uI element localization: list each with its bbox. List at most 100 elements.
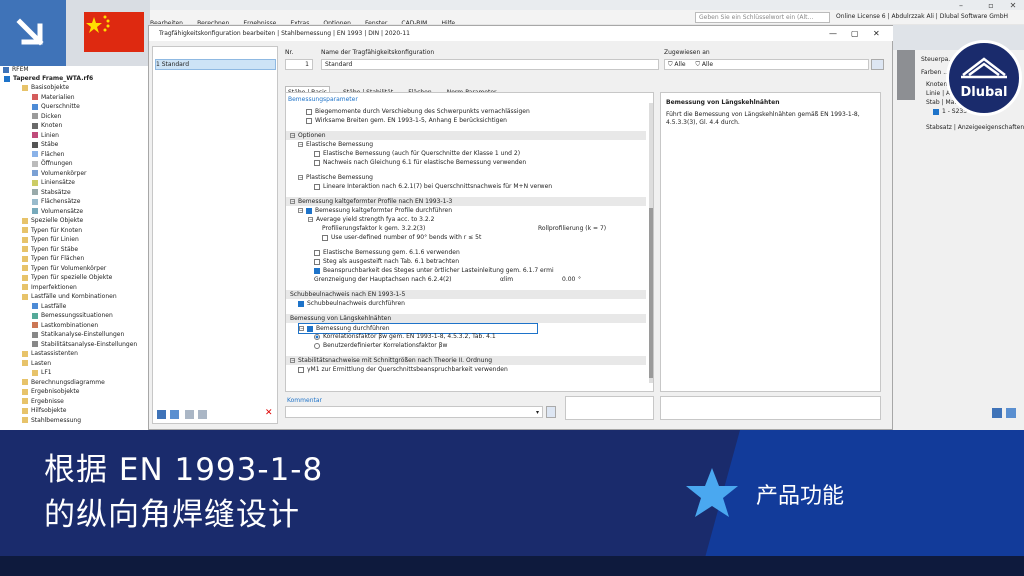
nav-item[interactable]: Typen für spezielle Objekte bbox=[22, 274, 112, 282]
collapse-icon[interactable]: − bbox=[308, 217, 313, 223]
param-row-l3[interactable]: Benutzerdefinierter Korrelationsfaktor β… bbox=[314, 341, 447, 350]
nav-item[interactable]: Typen für Knoten bbox=[22, 227, 82, 235]
nav-item[interactable]: Liniensätze bbox=[32, 179, 75, 187]
param-row-k5[interactable]: Elastische Bemessung gem. 6.1.6 verwende… bbox=[314, 248, 460, 257]
checkbox[interactable] bbox=[298, 300, 304, 307]
checkbox[interactable] bbox=[314, 159, 320, 166]
nav-item[interactable]: Lastfälle und Kombinationen bbox=[22, 293, 117, 301]
right-farben[interactable]: Farben ... bbox=[921, 68, 949, 77]
checkbox[interactable] bbox=[306, 207, 312, 214]
nav-item[interactable]: Ergebnisobjekte bbox=[22, 388, 79, 396]
nav-item[interactable]: Imperfektionen bbox=[22, 284, 77, 292]
param-row-l2[interactable]: Korrelationsfaktor βw gem. EN 1993-1-8, … bbox=[314, 332, 496, 341]
nav-item[interactable]: Bemessungssituationen bbox=[32, 312, 113, 320]
param-row-k7[interactable]: Beanspruchbarkeit des Steges unter örtli… bbox=[314, 266, 554, 275]
nav-item[interactable]: Stäbe bbox=[32, 141, 58, 149]
export-icon[interactable] bbox=[198, 410, 207, 419]
collapse-icon[interactable]: − bbox=[290, 199, 295, 205]
new-icon[interactable] bbox=[157, 410, 166, 419]
nav-item[interactable]: Lastfälle bbox=[32, 303, 66, 311]
dialog-maximize-icon[interactable]: ▢ bbox=[851, 29, 859, 38]
nav-item[interactable]: Hilfsobjekte bbox=[22, 407, 66, 415]
nav-item[interactable]: Lastkombinationen bbox=[32, 322, 98, 330]
checkbox[interactable] bbox=[314, 183, 320, 190]
param-row-k1[interactable]: − Bemessung kaltgeformter Profile durchfü… bbox=[298, 206, 452, 215]
nav-item[interactable]: Berechnungsdiagramme bbox=[22, 379, 105, 387]
collapse-icon[interactable]: − bbox=[298, 142, 303, 148]
select-icon[interactable] bbox=[871, 59, 884, 70]
nav-item[interactable]: Querschnitte bbox=[32, 103, 80, 111]
checkbox[interactable] bbox=[314, 258, 320, 265]
checkbox[interactable] bbox=[307, 325, 313, 332]
param-row-k6[interactable]: Steg als ausgesteift nach Tab. 6.1 betra… bbox=[314, 257, 459, 266]
nav-item[interactable]: Statikanalyse-Einstellungen bbox=[32, 331, 124, 339]
radio-button[interactable] bbox=[314, 333, 320, 340]
list-item[interactable]: 1 Standard bbox=[155, 59, 276, 70]
param-value[interactable]: Rollprofilierung (k = 7) bbox=[538, 224, 606, 233]
nav-item[interactable]: Öffnungen bbox=[32, 160, 73, 168]
chevron-down-icon[interactable]: ▾ bbox=[536, 408, 539, 417]
nav-item[interactable]: Ergebnisse bbox=[22, 398, 64, 406]
copy-icon[interactable] bbox=[170, 410, 179, 419]
comment-copy-icon[interactable] bbox=[546, 406, 556, 418]
nav-item[interactable]: Volumensätze bbox=[32, 208, 83, 216]
param-row-k4[interactable]: Use user-defined number of 90° bends wit… bbox=[322, 233, 481, 242]
name-field[interactable]: Standard bbox=[321, 59, 659, 70]
nav-item[interactable]: Volumenkörper bbox=[32, 170, 86, 178]
param-row-s1[interactable]: Schubbeulnachweis durchführen bbox=[298, 299, 405, 308]
nav-root[interactable]: RFEM bbox=[3, 66, 29, 74]
no-field[interactable]: 1 bbox=[285, 59, 313, 70]
checkbox[interactable] bbox=[314, 249, 320, 256]
dialog-close-icon[interactable]: ✕ bbox=[873, 29, 880, 38]
collapse-icon[interactable]: − bbox=[290, 133, 295, 139]
import-icon[interactable] bbox=[185, 410, 194, 419]
minimize-icon[interactable]: – bbox=[946, 0, 976, 11]
view-cube[interactable] bbox=[897, 50, 915, 100]
nav-item[interactable]: Materialien bbox=[32, 94, 75, 102]
nav-item[interactable]: Typen für Linien bbox=[22, 236, 79, 244]
comment-input[interactable]: ▾ bbox=[285, 406, 543, 418]
collapse-icon[interactable]: − bbox=[290, 358, 295, 364]
checkbox[interactable] bbox=[314, 267, 320, 274]
param-row-p1[interactable]: Lineare Interaktion nach 6.2.1(7) bei Qu… bbox=[314, 182, 552, 191]
param-row-e1[interactable]: Elastische Bemessung (auch für Querschni… bbox=[314, 149, 520, 158]
nav-item[interactable]: Dicken bbox=[32, 113, 61, 121]
param-row-r1[interactable]: Wirksame Breiten gem. EN 1993-1-5, Anhan… bbox=[306, 116, 507, 125]
nav-item[interactable]: Stahlbemessung bbox=[22, 417, 81, 425]
checkbox[interactable] bbox=[306, 108, 312, 115]
nav-item[interactable]: Linien bbox=[32, 132, 59, 140]
dialog-minimize-icon[interactable]: — bbox=[829, 29, 837, 38]
nav-item[interactable]: Flächensätze bbox=[32, 198, 80, 206]
param-row-e2[interactable]: Nachweis nach Gleichung 6.1 für elastisc… bbox=[314, 158, 526, 167]
nav-item[interactable]: Knoten bbox=[32, 122, 62, 130]
checkbox[interactable] bbox=[314, 150, 320, 157]
collapse-icon[interactable]: − bbox=[299, 326, 304, 332]
nav-item[interactable]: Typen für Volumenkörper bbox=[22, 265, 106, 273]
nav-item[interactable]: Stabsätze bbox=[32, 189, 71, 197]
radio-button[interactable] bbox=[314, 342, 320, 349]
checkbox[interactable] bbox=[322, 234, 328, 241]
scrollbar-thumb[interactable] bbox=[649, 208, 653, 378]
panel-icon[interactable] bbox=[992, 408, 1002, 418]
nav-project[interactable]: Tapered Frame_WTA.rf6 bbox=[4, 75, 93, 83]
param-row-st1[interactable]: γM1 zur Ermittlung der Querschnittsbeans… bbox=[298, 365, 508, 374]
nav-item[interactable]: Lasten bbox=[22, 360, 51, 368]
collapse-icon[interactable]: − bbox=[298, 208, 303, 214]
nav-item[interactable]: Typen für Stäbe bbox=[22, 246, 78, 254]
checkbox[interactable] bbox=[306, 117, 312, 124]
close-icon[interactable]: ✕ bbox=[998, 0, 1024, 11]
checkbox[interactable] bbox=[298, 366, 304, 373]
nav-item[interactable]: Typen für Flächen bbox=[22, 255, 84, 263]
nav-item[interactable]: Spezielle Objekte bbox=[22, 217, 83, 225]
nav-item[interactable]: Lastassistenten bbox=[22, 350, 78, 358]
nav-item[interactable]: LF1 bbox=[32, 369, 52, 377]
param-row-r0[interactable]: Biegemomente durch Verschiebung des Schw… bbox=[306, 107, 530, 116]
search-input[interactable]: Geben Sie ein Schlüsselwort ein (Alt... bbox=[695, 12, 830, 23]
panel-icon-2[interactable] bbox=[1006, 408, 1016, 418]
assigned-field[interactable]: ⛉ Alle ⛉ Alle bbox=[664, 59, 869, 70]
param-value[interactable]: 0.00 bbox=[562, 275, 575, 284]
nav-item[interactable]: Basisobjekte bbox=[22, 84, 69, 92]
nav-item[interactable]: Flächen bbox=[32, 151, 64, 159]
collapse-icon[interactable]: − bbox=[298, 175, 303, 181]
delete-icon[interactable]: ✕ bbox=[265, 408, 273, 418]
